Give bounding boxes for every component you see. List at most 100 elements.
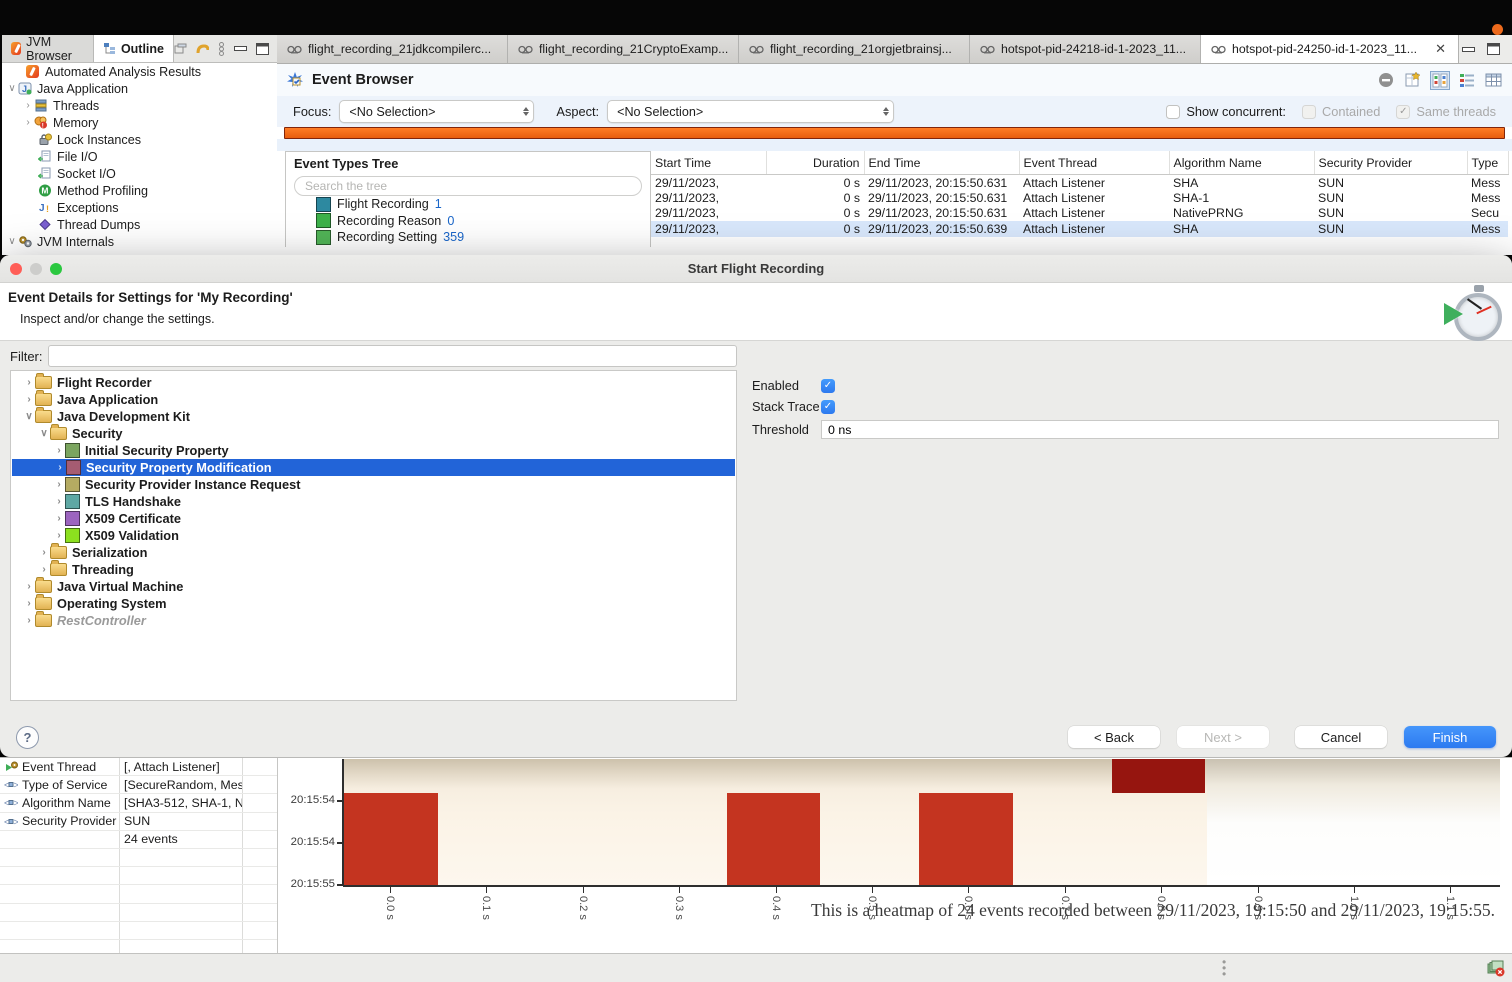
column-header-start-time[interactable]: Start Time bbox=[651, 151, 766, 175]
settings-tree-item-tls-handshake[interactable]: ›TLS Handshake bbox=[11, 493, 736, 510]
chevron-right-icon[interactable]: › bbox=[23, 394, 35, 405]
aspect-select[interactable]: <No Selection> bbox=[607, 100, 894, 123]
settings-tree-item-security-property-modification[interactable]: ›Security Property Modification bbox=[12, 459, 735, 476]
chevron-down-icon[interactable]: ∨ bbox=[6, 236, 18, 247]
link-with-editor-icon[interactable] bbox=[218, 42, 225, 56]
editor-tab-4[interactable]: hotspot-pid-24250-id-1-2023_11...✕ bbox=[1201, 35, 1459, 63]
chevron-right-icon[interactable]: › bbox=[38, 547, 50, 558]
filter-input[interactable] bbox=[48, 345, 737, 367]
sidebar-item-jvm-internals[interactable]: ∨JVM Internals bbox=[2, 233, 277, 250]
zoom-traffic-light[interactable] bbox=[50, 263, 62, 275]
sidebar-item-method-profiling[interactable]: MMethod Profiling bbox=[2, 182, 277, 199]
settings-tree-item-flight-recorder[interactable]: ›Flight Recorder bbox=[11, 374, 736, 391]
chevron-down-icon[interactable]: ∨ bbox=[6, 83, 18, 94]
property-row[interactable]: <>Security ProviderSUN bbox=[0, 813, 277, 831]
column-header-type[interactable]: Type bbox=[1467, 151, 1508, 175]
property-row[interactable]: <>Type of Service[SecureRandom, Mess bbox=[0, 776, 277, 794]
settings-tree-item-x509-certificate[interactable]: ›X509 Certificate bbox=[11, 510, 736, 527]
property-row[interactable]: Event Thread[, Attach Listener] bbox=[0, 758, 277, 776]
settings-tree-item-java-virtual-machine[interactable]: ›Java Virtual Machine bbox=[11, 578, 736, 595]
help-button[interactable]: ? bbox=[16, 726, 39, 749]
maximize-editor-icon[interactable] bbox=[1487, 43, 1500, 55]
editor-tab-3[interactable]: hotspot-pid-24218-id-1-2023_11... bbox=[970, 35, 1201, 63]
settings-tree-item-security-provider-instance-request[interactable]: ›Security Provider Instance Request bbox=[11, 476, 736, 493]
focus-select[interactable]: <No Selection> bbox=[339, 100, 534, 123]
sidebar-item-socket-i-o[interactable]: Socket I/O bbox=[2, 165, 277, 182]
minimize-editor-icon[interactable] bbox=[1462, 47, 1475, 52]
maximize-view-icon[interactable] bbox=[256, 43, 269, 55]
chevron-right-icon[interactable]: › bbox=[23, 615, 35, 626]
minimize-traffic-light[interactable] bbox=[30, 263, 42, 275]
table-row[interactable]: 29/11/2023,0 s29/11/2023, 20:15:50.631At… bbox=[651, 175, 1508, 191]
settings-tree-item-initial-security-property[interactable]: ›Initial Security Property bbox=[11, 442, 736, 459]
chevron-right-icon[interactable]: › bbox=[53, 479, 65, 490]
settings-tree-item-java-application[interactable]: ›Java Application bbox=[11, 391, 736, 408]
background-jobs-icon[interactable] bbox=[1487, 960, 1505, 977]
chevron-right-icon[interactable]: › bbox=[53, 496, 65, 507]
search-input[interactable] bbox=[294, 176, 642, 196]
sidebar-item-lock-instances[interactable]: Lock Instances bbox=[2, 131, 277, 148]
table-row[interactable]: 29/11/2023,0 s29/11/2023, 20:15:50.639At… bbox=[651, 221, 1508, 236]
property-row[interactable]: <>Algorithm Name[SHA3-512, SHA-1, Na bbox=[0, 794, 277, 812]
finish-button[interactable]: Finish bbox=[1404, 726, 1496, 748]
threshold-input[interactable] bbox=[821, 420, 1499, 439]
settings-tree-item-threading[interactable]: ›Threading bbox=[11, 561, 736, 578]
column-header-event-thread[interactable]: Event Thread bbox=[1019, 151, 1169, 175]
chevron-down-icon[interactable]: ∨ bbox=[38, 428, 50, 439]
chevron-right-icon[interactable]: › bbox=[53, 530, 65, 541]
enabled-checkbox[interactable]: ✓ bbox=[821, 379, 835, 393]
chevron-right-icon[interactable]: › bbox=[23, 581, 35, 592]
sidebar-item-threads[interactable]: ›Threads bbox=[2, 97, 277, 114]
sidebar-item-java-application[interactable]: ∨JJava Application bbox=[2, 80, 277, 97]
settings-tree-item-java-development-kit[interactable]: ∨Java Development Kit bbox=[11, 408, 736, 425]
minimize-view-icon[interactable] bbox=[234, 46, 247, 51]
contained-checkbox[interactable] bbox=[1302, 105, 1316, 119]
editor-tab-2[interactable]: flight_recording_21orgjetbrainsj... bbox=[739, 35, 970, 63]
sidebar-item-memory[interactable]: ›!Memory bbox=[2, 114, 277, 131]
chevron-right-icon[interactable]: › bbox=[38, 564, 50, 575]
sidebar-item-thread-dumps[interactable]: Thread Dumps bbox=[2, 216, 277, 233]
chevron-right-icon[interactable]: › bbox=[22, 100, 34, 111]
back-button[interactable]: < Back bbox=[1068, 726, 1160, 748]
settings-tree-item-security[interactable]: ∨Security bbox=[11, 425, 736, 442]
dialog-titlebar[interactable]: Start Flight Recording bbox=[0, 255, 1512, 283]
editor-tab-1[interactable]: flight_recording_21CryptoExamp... bbox=[508, 35, 739, 63]
chevron-right-icon[interactable]: › bbox=[22, 117, 34, 128]
stack-trace-checkbox[interactable]: ✓ bbox=[821, 400, 835, 414]
properties-view-icon[interactable] bbox=[1431, 72, 1449, 89]
editor-tab-0[interactable]: flight_recording_21jdkcompilerc... bbox=[277, 35, 508, 63]
remove-filter-icon[interactable] bbox=[1378, 72, 1394, 88]
column-header-algorithm-name[interactable]: Algorithm Name bbox=[1169, 151, 1314, 175]
property-row[interactable]: 24 events bbox=[0, 831, 277, 849]
tab-jvm-browser[interactable]: JVM Browser bbox=[2, 35, 94, 62]
timeline-range-bar[interactable] bbox=[284, 127, 1505, 139]
column-header-security-provider[interactable]: Security Provider bbox=[1314, 151, 1467, 175]
chevron-right-icon[interactable]: › bbox=[53, 513, 65, 524]
sidebar-item-file-i-o[interactable]: File I/O bbox=[2, 148, 277, 165]
settings-tree-item-operating-system[interactable]: ›Operating System bbox=[11, 595, 736, 612]
table-row[interactable]: 29/11/2023,0 s29/11/2023, 20:15:50.631At… bbox=[651, 206, 1508, 221]
settings-tree-item-restcontroller[interactable]: ›RestController bbox=[11, 612, 736, 629]
event-table-header[interactable]: Start TimeDurationEnd TimeEvent ThreadAl… bbox=[651, 151, 1508, 175]
wrench-icon[interactable] bbox=[196, 43, 209, 55]
settings-tree-item-x509-validation[interactable]: ›X509 Validation bbox=[11, 527, 736, 544]
new-page-star-icon[interactable] bbox=[1404, 72, 1421, 88]
settings-tree-item-serialization[interactable]: ›Serialization bbox=[11, 544, 736, 561]
event-type-item[interactable]: Recording Reason0 bbox=[294, 213, 642, 230]
list-view-icon[interactable] bbox=[1459, 73, 1475, 87]
same-threads-checkbox[interactable]: ✓ bbox=[1396, 105, 1410, 119]
show-concurrent-checkbox[interactable] bbox=[1166, 105, 1180, 119]
next-button[interactable]: Next > bbox=[1177, 726, 1269, 748]
column-header-end-time[interactable]: End Time bbox=[864, 151, 1019, 175]
close-tab-icon[interactable]: ✕ bbox=[1433, 41, 1448, 57]
column-header-duration[interactable]: Duration bbox=[766, 151, 864, 175]
tab-outline[interactable]: Outline bbox=[94, 35, 174, 62]
cancel-button[interactable]: Cancel bbox=[1295, 726, 1387, 748]
sidebar-item-automated-analysis-results[interactable]: Automated Analysis Results bbox=[2, 63, 277, 80]
event-type-item[interactable]: Recording Setting359 bbox=[294, 229, 642, 246]
event-type-item[interactable]: Flight Recording1 bbox=[294, 196, 642, 213]
table-view-icon[interactable] bbox=[1485, 73, 1502, 87]
chevron-right-icon[interactable]: › bbox=[23, 377, 35, 388]
chevron-down-icon[interactable]: ∨ bbox=[23, 411, 35, 422]
sidebar-item-exceptions[interactable]: J!Exceptions bbox=[2, 199, 277, 216]
